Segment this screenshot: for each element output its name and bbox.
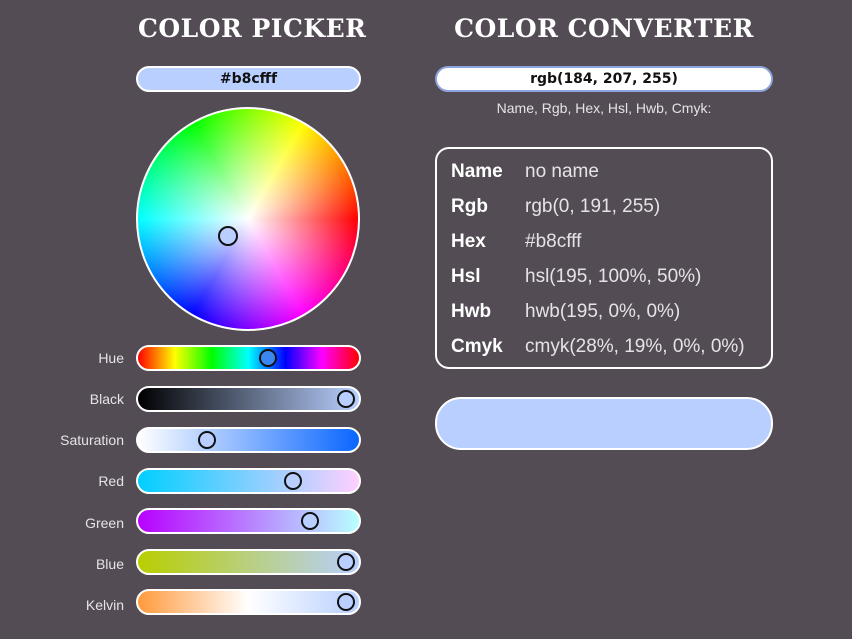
saturation-slider[interactable] bbox=[136, 427, 361, 453]
result-value: no name bbox=[525, 161, 599, 182]
result-value: #b8cfff bbox=[525, 231, 582, 252]
result-key: Name bbox=[451, 161, 503, 182]
red-label: Red bbox=[98, 473, 124, 489]
black-slider-knob[interactable] bbox=[336, 390, 355, 408]
color-converter-title: COLOR CONVERTER bbox=[454, 14, 754, 43]
black-label: Black bbox=[89, 391, 124, 407]
saturation-label: Saturation bbox=[60, 432, 124, 448]
hex-input[interactable] bbox=[136, 66, 361, 92]
hue-slider-knob[interactable] bbox=[259, 349, 278, 367]
color-preview-swatch bbox=[435, 397, 773, 450]
color-picker-title: COLOR PICKER bbox=[138, 14, 367, 43]
result-key: Hsl bbox=[451, 266, 481, 287]
green-slider[interactable] bbox=[136, 508, 361, 534]
black-slider[interactable] bbox=[136, 386, 361, 412]
green-slider-knob[interactable] bbox=[301, 512, 320, 530]
green-label: Green bbox=[85, 515, 124, 531]
red-slider-knob[interactable] bbox=[283, 472, 302, 490]
hue-label: Hue bbox=[98, 350, 124, 366]
hue-slider[interactable] bbox=[136, 345, 361, 371]
result-key: Cmyk bbox=[451, 336, 503, 357]
result-value: rgb(0, 191, 255) bbox=[525, 196, 661, 217]
kelvin-slider-knob[interactable] bbox=[336, 593, 355, 611]
saturation-slider-knob[interactable] bbox=[197, 431, 216, 449]
converter-input[interactable] bbox=[435, 66, 773, 92]
result-key: Hex bbox=[451, 231, 486, 252]
color-wheel[interactable] bbox=[136, 107, 360, 331]
result-key: Hwb bbox=[451, 301, 492, 322]
result-value: cmyk(28%, 19%, 0%, 0%) bbox=[525, 336, 745, 357]
result-value: hwb(195, 0%, 0%) bbox=[525, 301, 681, 322]
blue-slider[interactable] bbox=[136, 549, 361, 575]
result-key: Rgb bbox=[451, 196, 488, 217]
blue-slider-knob[interactable] bbox=[336, 553, 355, 571]
kelvin-label: Kelvin bbox=[85, 597, 124, 613]
color-wheel-handle[interactable] bbox=[218, 226, 238, 246]
conversion-results-panel: Name no name Rgb rgb(0, 191, 255) Hex #b… bbox=[435, 147, 773, 369]
red-slider[interactable] bbox=[136, 468, 361, 494]
blue-label: Blue bbox=[95, 556, 124, 572]
kelvin-slider[interactable] bbox=[136, 589, 361, 615]
converter-format-hint: Name, Rgb, Hex, Hsl, Hwb, Cmyk: bbox=[496, 100, 712, 116]
result-value: hsl(195, 100%, 50%) bbox=[525, 266, 702, 287]
